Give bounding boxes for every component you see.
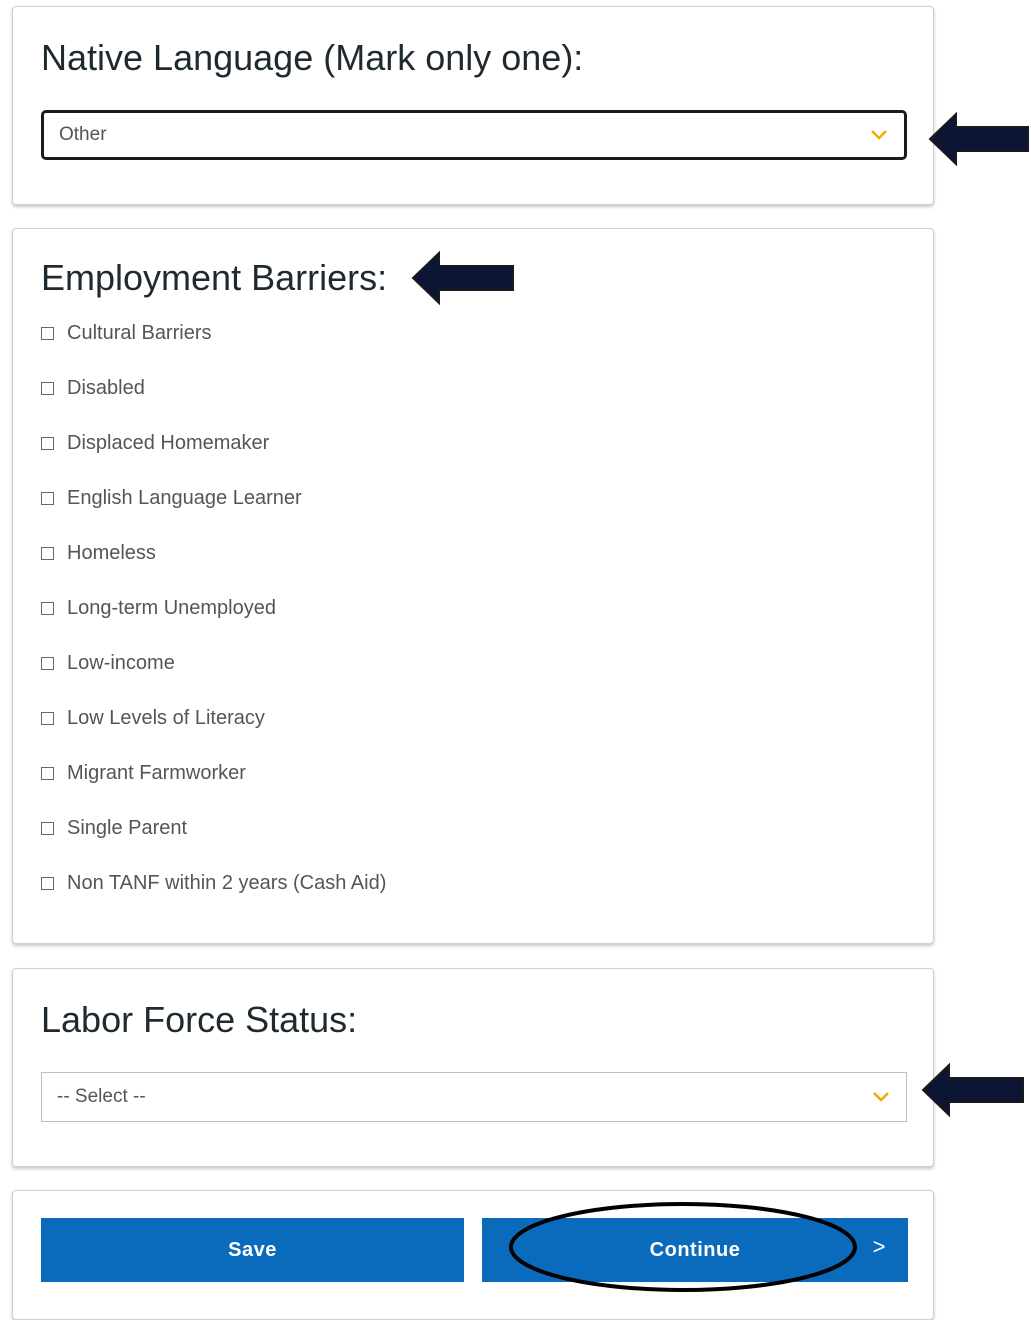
checkbox-label: Displaced Homemaker <box>67 432 270 454</box>
chevron-down-icon <box>871 130 887 140</box>
checkbox[interactable] <box>41 382 54 395</box>
native-language-select[interactable]: Other <box>41 110 907 160</box>
checkbox[interactable] <box>41 767 54 780</box>
checkbox[interactable] <box>41 492 54 505</box>
employment-barriers-title: Employment Barriers: <box>41 257 388 298</box>
checkbox[interactable] <box>41 602 54 615</box>
barrier-option[interactable]: Displaced Homemaker <box>41 431 386 486</box>
checkbox[interactable] <box>41 657 54 670</box>
barrier-option[interactable]: Long-term Unemployed <box>41 596 386 651</box>
labor-force-select[interactable]: -- Select -- <box>41 1072 907 1122</box>
barrier-option[interactable]: Low Levels of Literacy <box>41 706 386 761</box>
barrier-option[interactable]: Homeless <box>41 541 386 596</box>
checkbox[interactable] <box>41 327 54 340</box>
annotation-circle-icon <box>509 1202 857 1292</box>
barrier-option[interactable]: Cultural Barriers <box>41 321 386 376</box>
barrier-option[interactable]: Low-income <box>41 651 386 706</box>
chevron-down-icon <box>873 1092 889 1102</box>
checkbox-label: Single Parent <box>67 817 188 839</box>
employment-barriers-card: Employment Barriers: Cultural Barriers D… <box>12 228 934 944</box>
checkbox[interactable] <box>41 547 54 560</box>
native-language-card: Native Language (Mark only one): Other <box>12 6 934 205</box>
checkbox-label: Long-term Unemployed <box>67 597 276 619</box>
annotation-arrow-icon <box>411 251 514 305</box>
checkbox[interactable] <box>41 877 54 890</box>
checkbox-label: Migrant Farmworker <box>67 762 246 784</box>
native-language-value: Other <box>59 124 107 145</box>
checkbox-label: Non TANF within 2 years (Cash Aid) <box>67 872 387 894</box>
checkbox[interactable] <box>41 712 54 725</box>
chevron-right-icon: > <box>872 1234 886 1259</box>
native-language-title: Native Language (Mark only one): <box>41 37 584 78</box>
checkbox-label: Disabled <box>67 377 145 399</box>
save-button[interactable]: Save <box>41 1218 464 1282</box>
annotation-arrow-icon <box>921 1063 1024 1117</box>
checkbox-label: Homeless <box>67 542 156 564</box>
checkbox-label: Low-income <box>67 652 175 674</box>
labor-force-title: Labor Force Status: <box>41 999 358 1040</box>
checkbox[interactable] <box>41 822 54 835</box>
barrier-option[interactable]: Disabled <box>41 376 386 431</box>
annotation-arrow-icon <box>928 112 1029 166</box>
checkbox-label: English Language Learner <box>67 487 302 509</box>
barrier-option[interactable]: English Language Learner <box>41 486 386 541</box>
labor-force-card: Labor Force Status: -- Select -- <box>12 968 934 1167</box>
barrier-option[interactable]: Migrant Farmworker <box>41 761 386 816</box>
checkbox[interactable] <box>41 437 54 450</box>
labor-force-value: -- Select -- <box>57 1086 146 1107</box>
barrier-checkbox-list: Cultural Barriers Disabled Displaced Hom… <box>41 321 386 926</box>
checkbox-label: Low Levels of Literacy <box>67 707 265 729</box>
checkbox-label: Cultural Barriers <box>67 322 212 344</box>
barrier-option[interactable]: Non TANF within 2 years (Cash Aid) <box>41 871 386 926</box>
barrier-option[interactable]: Single Parent <box>41 816 386 871</box>
